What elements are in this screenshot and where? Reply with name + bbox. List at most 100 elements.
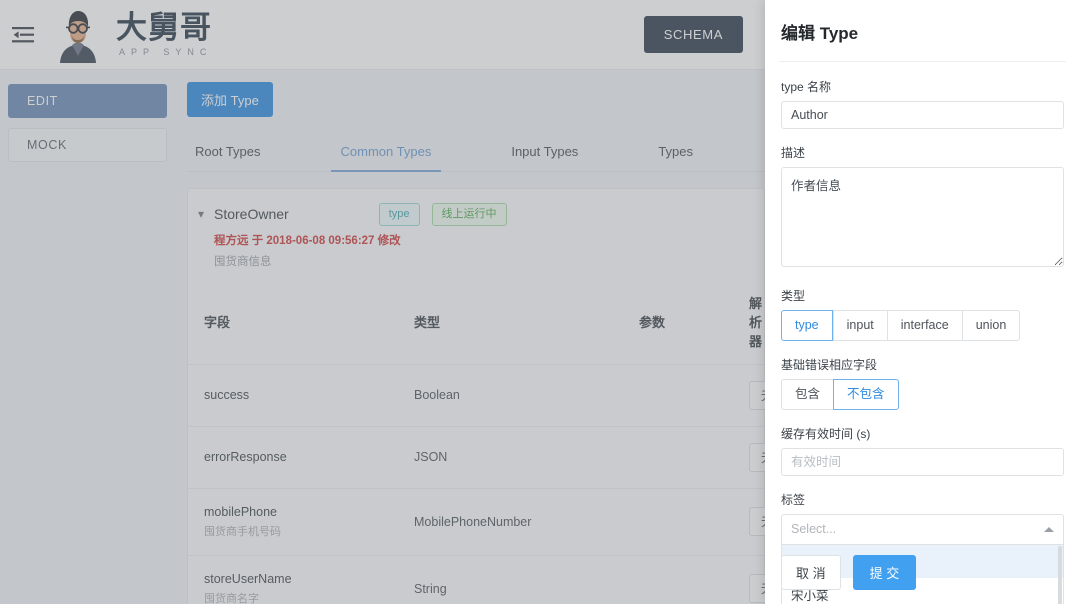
cell-resolver: 无 [749, 488, 764, 555]
submit-button[interactable]: 提 交 [853, 555, 917, 590]
tab-root-types[interactable]: Root Types [191, 134, 265, 171]
brand-text: 大舅哥 APP SYNC [116, 12, 212, 57]
table-row: mobilePhone 囤货商手机号码 MobilePhoneNumber 无 [188, 488, 764, 555]
tags-label: 标签 [781, 491, 1064, 508]
field-name: success [204, 388, 414, 402]
resolver-button[interactable]: 无 [749, 381, 765, 410]
cell-type: String [414, 555, 639, 604]
type-name-label: type 名称 [781, 78, 1064, 95]
cell-args [639, 426, 749, 488]
brand-title: 大舅哥 [116, 12, 212, 45]
error-fields-segmented-control: 包含 不包含 [781, 379, 1064, 410]
field-group-kind: 类型 type input interface union [781, 287, 1064, 341]
field-group-type-name: type 名称 [781, 78, 1064, 129]
cell-type: MobilePhoneNumber [414, 488, 639, 555]
sidebar-item-edit-label: EDIT [27, 94, 58, 108]
error-fields-option-include[interactable]: 包含 [781, 379, 833, 410]
cell-type: Boolean [414, 364, 639, 426]
cell-args [639, 555, 749, 604]
caret-up-icon[interactable] [1044, 527, 1054, 532]
kind-option-interface[interactable]: interface [887, 310, 962, 341]
fields-table-body: success Boolean 无 errorResponse [188, 364, 764, 604]
column-header-args: 参数 [639, 279, 749, 365]
add-type-button[interactable]: 添加 Type [187, 82, 273, 117]
main-content: 添加 Type Root Types Common Types Input Ty… [175, 70, 765, 604]
schema-button[interactable]: SCHEMA [644, 16, 743, 53]
kind-option-union[interactable]: union [962, 310, 1021, 341]
type-modified-meta: 程方远 于 2018-06-08 09:56:27 修改 [214, 232, 748, 248]
edit-type-drawer: 编辑 Type type 名称 描述 类型 type input interfa… [765, 0, 1080, 604]
fields-table: 字段 类型 参数 解析器 success Boolean [188, 279, 764, 604]
kind-label: 类型 [781, 287, 1064, 304]
brand-logo: 大舅哥 APP SYNC [50, 7, 212, 63]
tab-input-types[interactable]: Input Types [507, 134, 582, 171]
cancel-button[interactable]: 取 消 [781, 555, 841, 590]
error-fields-option-exclude[interactable]: 不包含 [833, 379, 899, 410]
description-textarea[interactable] [781, 167, 1064, 267]
cell-field: mobilePhone 囤货商手机号码 [188, 488, 414, 555]
app-header: 大舅哥 APP SYNC SCHEMA [0, 0, 765, 70]
type-name-input[interactable] [781, 101, 1064, 129]
edit-type-form: type 名称 描述 类型 type input interface union… [765, 62, 1080, 604]
kind-option-type[interactable]: type [781, 310, 833, 341]
field-name: errorResponse [204, 450, 414, 464]
field-description: 囤货商名字 [204, 590, 414, 604]
chevron-down-icon[interactable]: ▾ [198, 208, 214, 220]
field-group-cache-ttl: 缓存有效时间 (s) [781, 425, 1064, 476]
tab-common-types[interactable]: Common Types [337, 134, 436, 171]
tags-select-placeholder: Select... [791, 522, 1044, 536]
cell-resolver: 无 [749, 555, 764, 604]
cell-field: success [188, 364, 414, 426]
sidebar-item-mock[interactable]: MOCK [8, 128, 167, 162]
resolver-button[interactable]: 无 [749, 574, 765, 603]
cell-resolver: 无 [749, 426, 764, 488]
field-group-error-fields: 基础错误相应字段 包含 不包含 [781, 356, 1064, 410]
table-row: success Boolean 无 [188, 364, 764, 426]
cell-field: storeUserName 囤货商名字 [188, 555, 414, 604]
status-badge-online: 线上运行中 [432, 203, 507, 226]
sidebar-item-edit[interactable]: EDIT [8, 84, 167, 118]
cell-type: JSON [414, 426, 639, 488]
field-name: storeUserName [204, 572, 414, 586]
tags-select-control[interactable]: Select... [781, 514, 1064, 545]
field-group-description: 描述 [781, 144, 1064, 272]
cache-ttl-label: 缓存有效时间 (s) [781, 425, 1064, 442]
type-tabs: Root Types Common Types Input Types Type… [187, 134, 765, 172]
cell-args [639, 488, 749, 555]
resolver-button[interactable]: 无 [749, 443, 765, 472]
column-header-field: 字段 [188, 279, 414, 365]
column-header-resolver: 解析器 [749, 279, 764, 365]
type-card-header: ▾ StoreOwner type 线上运行中 程方远 于 2018-06-08… [188, 189, 764, 279]
field-description: 囤货商手机号码 [204, 523, 414, 539]
error-fields-label: 基础错误相应字段 [781, 356, 1064, 373]
kind-segmented-control: type input interface union [781, 310, 1064, 341]
description-label: 描述 [781, 144, 1064, 161]
cell-field: errorResponse [188, 426, 414, 488]
kind-option-input[interactable]: input [833, 310, 887, 341]
sidebar-item-mock-label: MOCK [27, 138, 67, 152]
table-row: storeUserName 囤货商名字 String 无 [188, 555, 764, 604]
type-card: ▾ StoreOwner type 线上运行中 程方远 于 2018-06-08… [187, 188, 765, 604]
status-badge-kind: type [379, 203, 420, 226]
type-card-title-row: ▾ StoreOwner type 线上运行中 [198, 203, 748, 226]
application-root: 大舅哥 APP SYNC SCHEMA EDIT MOCK 添加 Type Ro… [0, 0, 765, 604]
fields-table-header-row: 字段 类型 参数 解析器 [188, 279, 764, 365]
user-avatar-illustration [50, 7, 106, 63]
menu-fold-icon[interactable] [10, 22, 36, 48]
column-header-type: 类型 [414, 279, 639, 365]
cell-args [639, 364, 749, 426]
cell-resolver: 无 [749, 364, 764, 426]
resolver-button[interactable]: 无 [749, 507, 765, 536]
app-body: EDIT MOCK 添加 Type Root Types Common Type… [0, 70, 765, 604]
drawer-action-bar: 取 消 提 交 [765, 545, 1080, 604]
type-description: 囤货商信息 [214, 253, 748, 269]
drawer-title: 编辑 Type [765, 0, 1080, 44]
type-name: StoreOwner [214, 206, 289, 222]
tab-types[interactable]: Types [654, 134, 697, 171]
cache-ttl-input[interactable] [781, 448, 1064, 476]
fields-table-head: 字段 类型 参数 解析器 [188, 279, 764, 365]
table-row: errorResponse JSON 无 [188, 426, 764, 488]
sidebar: EDIT MOCK [0, 70, 175, 604]
brand-subtitle: APP SYNC [116, 47, 212, 57]
field-name: mobilePhone [204, 505, 414, 519]
